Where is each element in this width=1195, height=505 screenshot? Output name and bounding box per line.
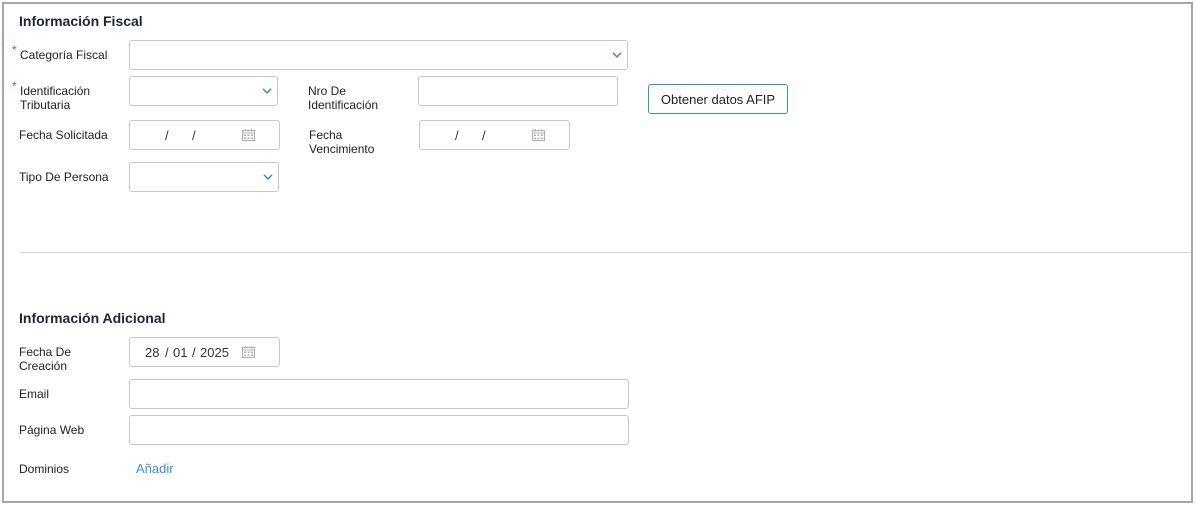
- label-line: Identificación: [20, 84, 91, 98]
- email-label: Email: [19, 387, 50, 401]
- date-separator: /: [165, 345, 169, 360]
- chevron-down-icon: [262, 88, 272, 94]
- section-divider: [19, 252, 1191, 253]
- label-line: Tributaria: [20, 98, 71, 112]
- pagina-web-field[interactable]: [129, 415, 629, 445]
- label-line: Fecha De: [19, 345, 72, 359]
- calendar-icon[interactable]: [532, 129, 545, 141]
- tipo-persona-select[interactable]: [129, 162, 279, 192]
- pagina-web-label: Página Web: [19, 423, 85, 437]
- form-panel: Información Fiscal * Categoría Fiscal * …: [2, 2, 1193, 503]
- tipo-persona-label: Tipo De Persona: [19, 170, 109, 184]
- fecha-solicitada-label: Fecha Solicitada: [19, 128, 108, 142]
- date-year[interactable]: 2025: [200, 345, 229, 360]
- fecha-creacion-label: Fecha De Creación: [19, 345, 71, 373]
- anadir-dominio-link[interactable]: Añadir: [136, 461, 174, 476]
- date-day[interactable]: 28: [145, 345, 159, 360]
- identificacion-tributaria-select[interactable]: [129, 76, 278, 106]
- categoria-fiscal-label: Categoría Fiscal: [20, 48, 108, 62]
- dominios-label: Dominios: [19, 462, 70, 476]
- label-line: Nro De: [308, 84, 347, 98]
- required-mark: *: [12, 43, 17, 57]
- date-separator: /: [192, 128, 196, 143]
- date-separator: /: [455, 128, 459, 143]
- calendar-icon[interactable]: [242, 346, 255, 358]
- label-line: Creación: [19, 359, 68, 373]
- chevron-down-icon: [612, 52, 622, 58]
- identificacion-tributaria-label: Identificación Tributaria: [20, 84, 90, 112]
- required-mark: *: [12, 79, 17, 93]
- date-separator: /: [192, 345, 196, 360]
- section-title-adicional: Información Adicional: [19, 310, 166, 326]
- label-line: Fecha: [309, 128, 343, 142]
- date-separator: /: [165, 128, 169, 143]
- fecha-creacion-input[interactable]: 28 / 01 / 2025: [129, 337, 280, 367]
- fecha-vencimiento-input[interactable]: / /: [419, 120, 570, 150]
- fecha-vencimiento-label: Fecha Vencimiento: [309, 128, 374, 156]
- label-line: Identificación: [308, 98, 379, 112]
- calendar-icon[interactable]: [242, 129, 255, 141]
- label-line: Vencimiento: [309, 142, 375, 156]
- nro-identificacion-label: Nro De Identificación: [308, 84, 378, 112]
- categoria-fiscal-select[interactable]: [129, 40, 628, 70]
- nro-identificacion-input[interactable]: [418, 76, 618, 106]
- email-field[interactable]: [129, 379, 629, 409]
- date-separator: /: [482, 128, 486, 143]
- obtener-datos-afip-button[interactable]: Obtener datos AFIP: [648, 84, 788, 114]
- date-month[interactable]: 01: [173, 345, 187, 360]
- section-title-fiscal: Información Fiscal: [19, 13, 143, 29]
- fecha-solicitada-input[interactable]: / /: [129, 120, 280, 150]
- chevron-down-icon: [263, 174, 273, 180]
